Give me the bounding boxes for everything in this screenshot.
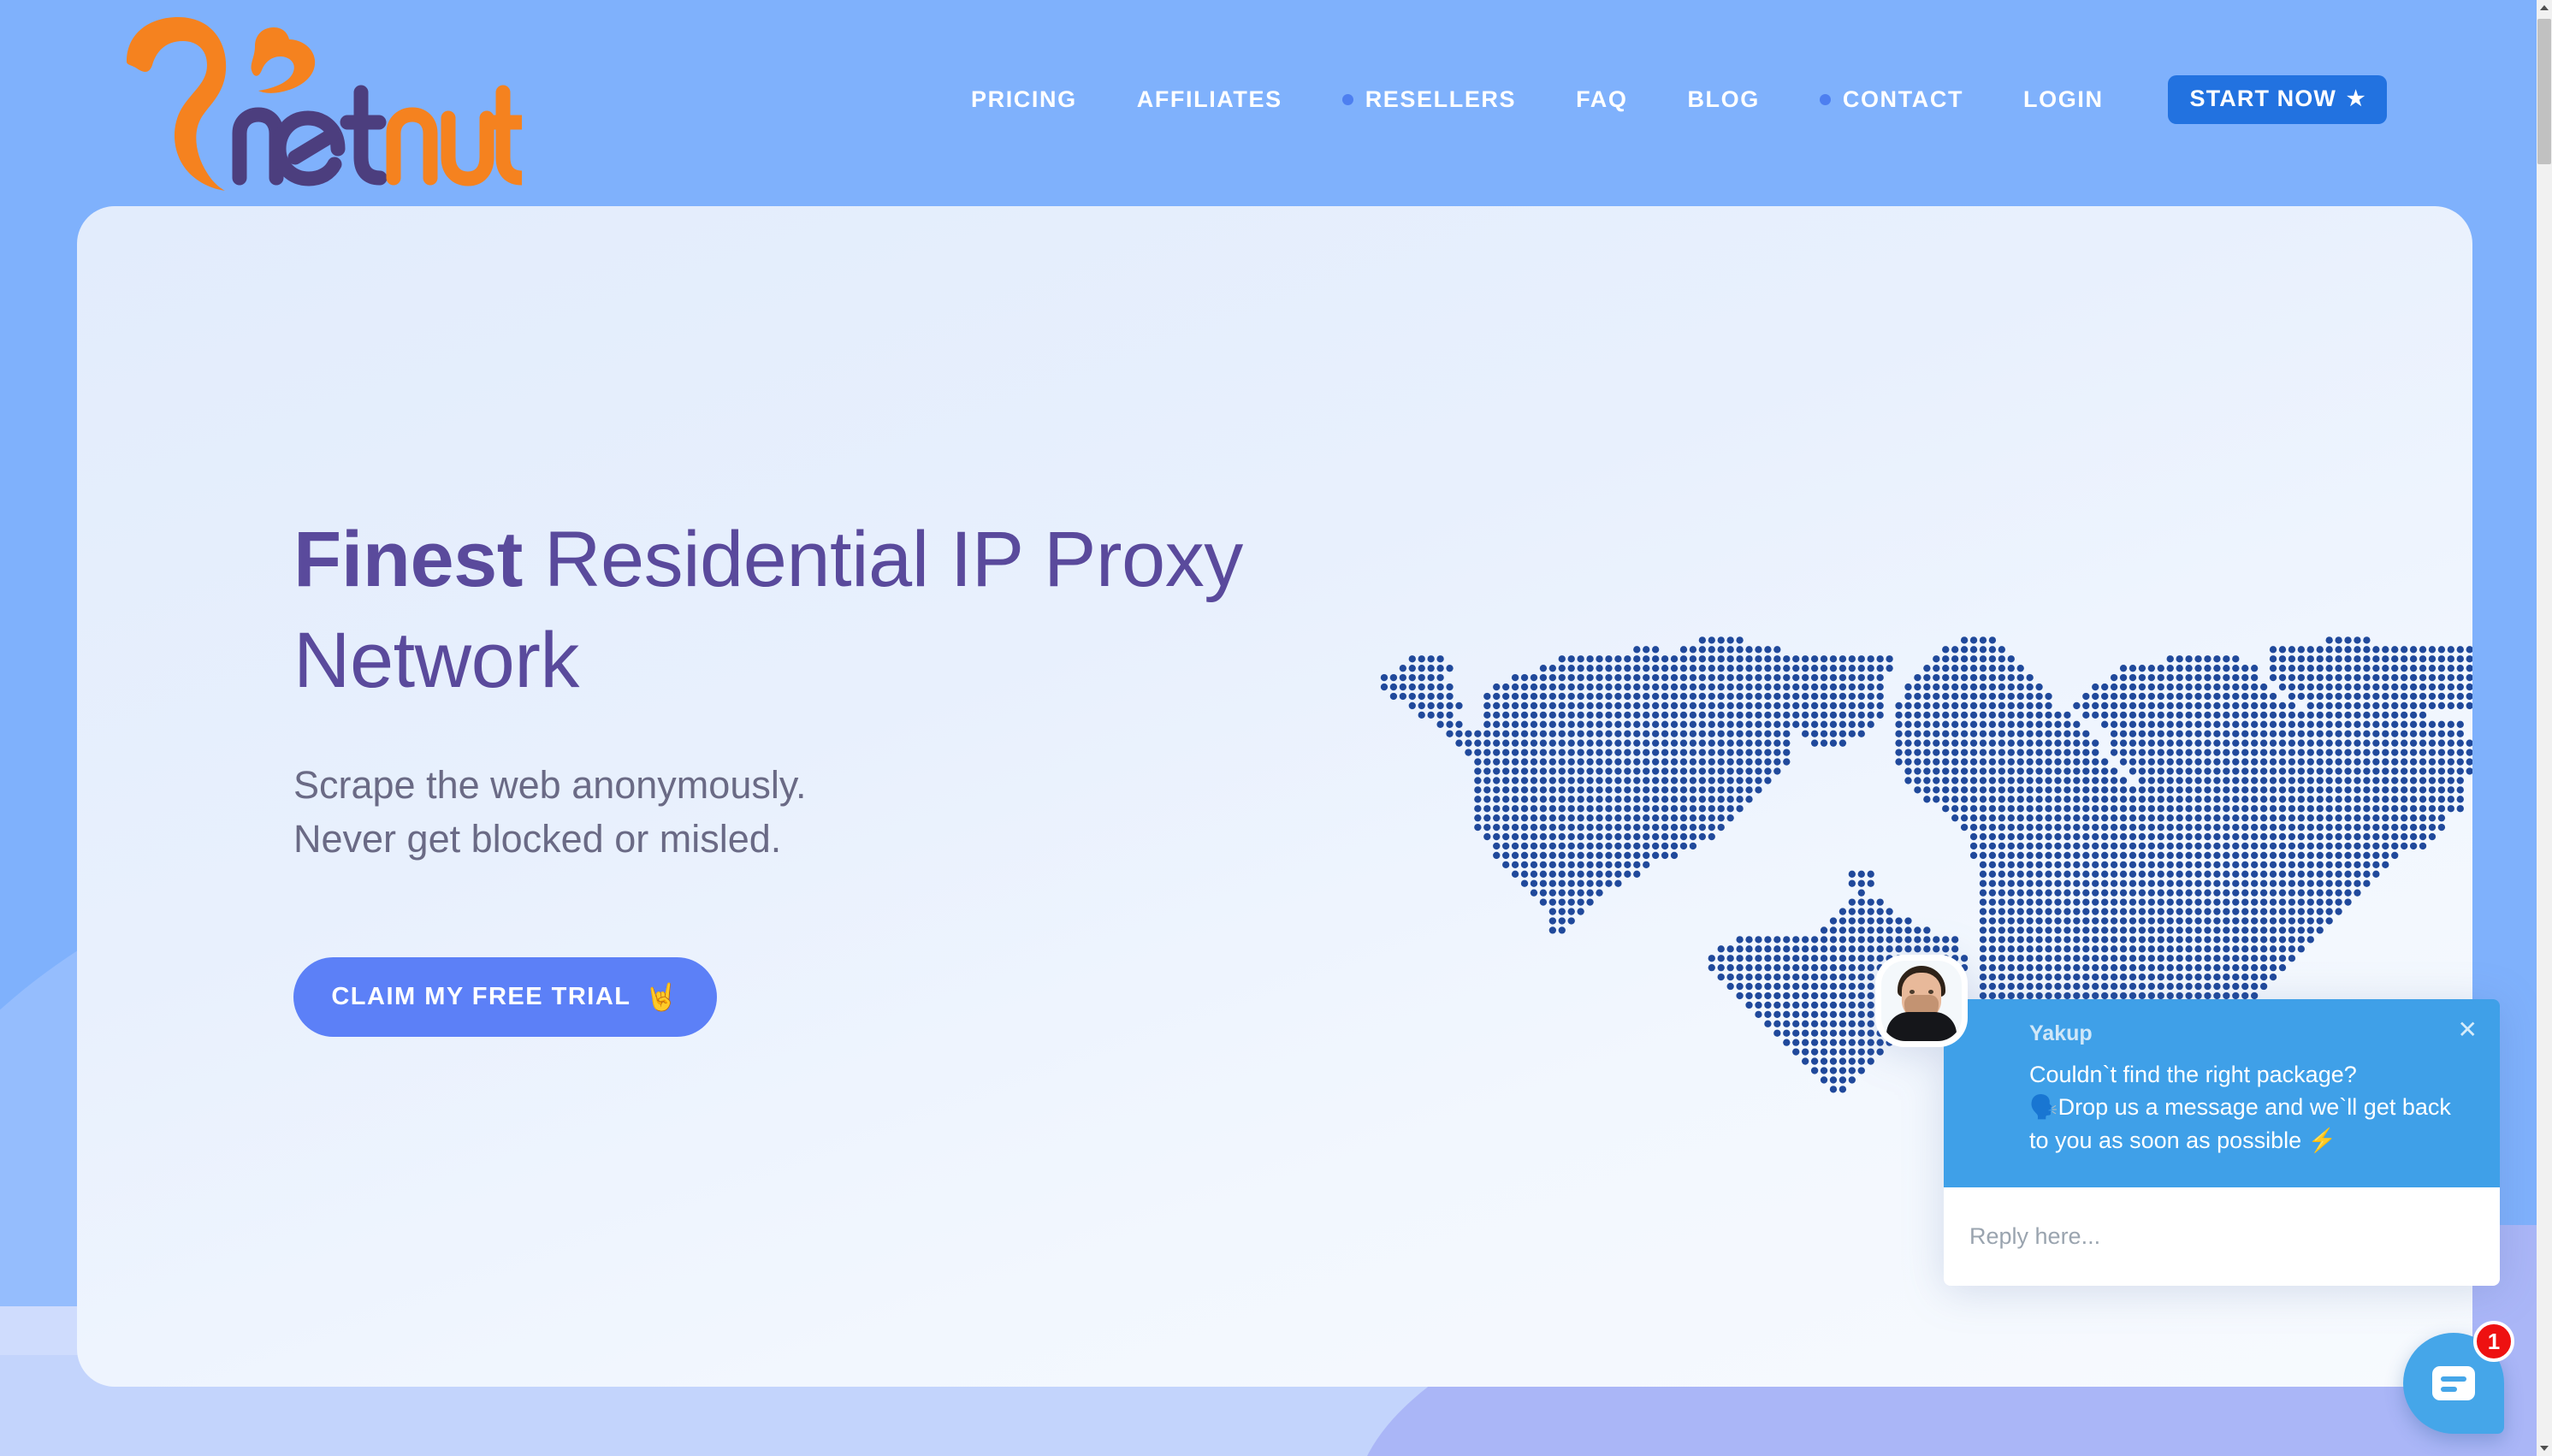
chat-message-line-2: 🗣️Drop us a message and we`ll get back: [2029, 1094, 2451, 1121]
scrollbar[interactable]: [2537, 0, 2552, 1456]
page-root: PRICING AFFILIATES RESELLERS FAQ BLOG CO…: [0, 0, 2552, 1456]
unread-badge: 1: [2473, 1321, 2514, 1362]
main-navigation: PRICING AFFILIATES RESELLERS FAQ BLOG CO…: [941, 75, 2387, 124]
start-now-label: START NOW: [2189, 86, 2336, 111]
nav-label-resellers: RESELLERS: [1365, 86, 1517, 112]
bullet-dot-icon: [1819, 94, 1831, 105]
chat-bubble-icon: [2432, 1366, 2475, 1400]
nav-label-faq: FAQ: [1576, 86, 1628, 112]
nav-label-pricing: PRICING: [971, 86, 1077, 112]
nav-item-affiliates[interactable]: AFFILIATES: [1107, 86, 1312, 113]
horns-hand-icon: 🤘: [644, 982, 679, 1013]
nav-label-login: LOGIN: [2023, 86, 2104, 112]
avatar: [1875, 955, 1968, 1047]
scroll-up-arrow-icon[interactable]: [2537, 0, 2552, 15]
nav-item-resellers[interactable]: RESELLERS: [1312, 86, 1546, 113]
hero-subheading: Scrape the web anonymously. Never get bl…: [293, 758, 1320, 867]
star-icon: ★: [2346, 86, 2366, 110]
claim-free-trial-label: CLAIM MY FREE TRIAL: [331, 983, 631, 1011]
chat-message-text: Couldn`t find the right package? 🗣️Drop …: [2029, 1058, 2471, 1157]
close-icon[interactable]: ✕: [2458, 1018, 2478, 1042]
claim-free-trial-button[interactable]: CLAIM MY FREE TRIAL 🤘: [293, 957, 717, 1038]
chat-message-panel: ✕ Yakup Couldn`t find the right package?…: [1875, 955, 2500, 1187]
scroll-down-arrow-icon[interactable]: [2537, 1441, 2552, 1456]
scrollbar-thumb[interactable]: [2537, 19, 2551, 164]
chat-reply-input[interactable]: [1969, 1222, 2474, 1250]
subhead-line-2: Never get blocked or misled.: [293, 817, 782, 861]
nav-label-blog: BLOG: [1687, 86, 1760, 112]
nav-item-blog[interactable]: BLOG: [1657, 86, 1789, 113]
nav-label-contact: CONTACT: [1842, 86, 1964, 112]
page-title: Finest Residential IP Proxy Network: [293, 510, 1320, 712]
nav-item-pricing[interactable]: PRICING: [941, 86, 1107, 113]
nav-item-login[interactable]: LOGIN: [1993, 86, 2134, 113]
chat-message-line-1: Couldn`t find the right package?: [2029, 1062, 2357, 1087]
chat-reply-row: [1944, 1187, 2500, 1286]
start-now-button[interactable]: START NOW ★: [2167, 75, 2387, 124]
site-header: PRICING AFFILIATES RESELLERS FAQ BLOG CO…: [0, 0, 2552, 205]
chat-widget: ✕ Yakup Couldn`t find the right package?…: [1875, 955, 2500, 1286]
netnut-logo[interactable]: [111, 10, 522, 192]
chat-message-line-3: to you as soon as possible ⚡: [2029, 1127, 2337, 1153]
bullet-dot-icon: [1341, 94, 1353, 105]
chat-agent-name: Yakup: [2029, 1021, 2093, 1045]
chat-launcher-button[interactable]: 1: [2403, 1321, 2514, 1434]
hero-text-block: Finest Residential IP Proxy Network Scra…: [293, 510, 1320, 1038]
nav-label-affiliates: AFFILIATES: [1136, 86, 1282, 112]
subhead-line-1: Scrape the web anonymously.: [293, 762, 807, 807]
nav-item-faq[interactable]: FAQ: [1546, 86, 1657, 113]
avatar-photo: [1881, 961, 1962, 1041]
nav-item-contact[interactable]: CONTACT: [1790, 86, 1993, 113]
headline-emphasis: Finest: [293, 516, 523, 603]
